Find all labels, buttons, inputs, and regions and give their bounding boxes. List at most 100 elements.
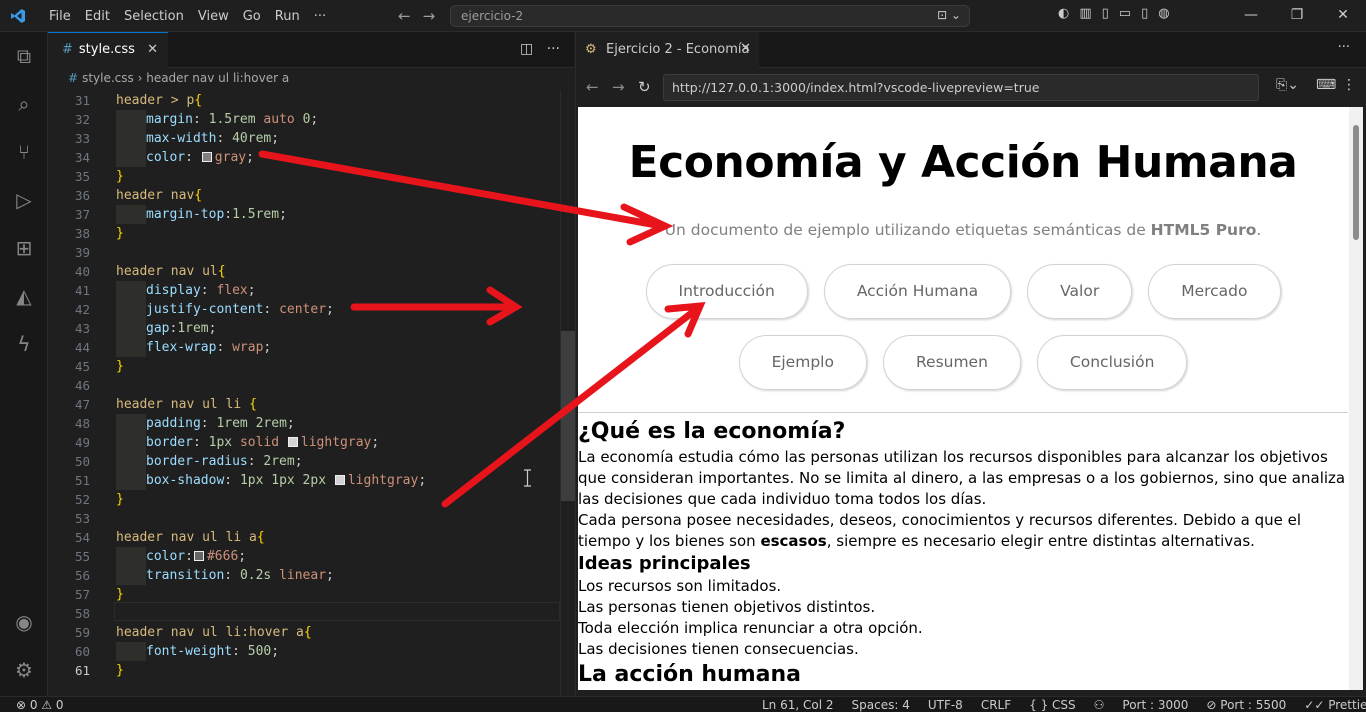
code-token: 1rem [177,321,209,336]
run-debug-icon[interactable]: ▷ [10,186,38,214]
code-token: max-width [146,131,217,146]
code-line: margin: 1.5rem auto 0; [116,110,318,129]
nav-link-resumen[interactable]: Resumen [882,335,1021,390]
devtools-icon[interactable]: ⌨ [1316,77,1336,93]
nav-link-ejemplo[interactable]: Ejemplo [738,335,867,390]
forward-arrow-icon[interactable]: → [423,7,436,25]
menu-selection[interactable]: Selection [117,9,191,24]
toggle-secondary-sidebar-icon[interactable]: ▯ [1141,6,1148,21]
toggle-panel-icon[interactable]: ▭ [1119,6,1131,21]
line-number: 45 [74,359,90,374]
close-icon[interactable]: ✕ [147,42,158,57]
minimize-button[interactable]: — [1228,0,1274,32]
code-line: } [116,167,124,186]
search-icon[interactable]: ⌕ [10,90,38,118]
copilot-icon[interactable]: ⚇ [1094,697,1105,712]
restore-button[interactable]: ❐ [1274,0,1320,32]
nav-link-accion-humana[interactable]: Acción Humana [823,264,1012,319]
code-token: gray [214,150,247,165]
url-bar[interactable]: http://127.0.0.1:3000/index.html?vscode-… [663,74,1259,101]
source-control-icon[interactable]: ⑂ [10,138,38,166]
tab-style-css[interactable]: # style.css ✕ [48,32,168,68]
prettier-status[interactable]: ✓✓ Prettier [1304,697,1366,712]
command-center-search[interactable]: ejercicio-2 ⊡ ⌄ [450,5,970,27]
back-icon[interactable]: ← [586,78,599,96]
remote-icon[interactable]: ◭ [10,282,38,310]
nav-link-conclusion[interactable]: Conclusión [1036,335,1188,390]
color-swatch[interactable] [334,475,345,485]
layout-customize-icon[interactable]: ▥ [1079,6,1091,21]
title-bar: File Edit Selection View Go Run ··· ← → e… [0,0,1366,32]
editor-scrollbar[interactable] [560,91,575,696]
close-icon[interactable]: ✕ [740,41,751,56]
code-token: margin-top [146,207,225,222]
subsection-heading: Ideas principales [578,553,751,574]
indentation[interactable]: Spaces: 4 [852,697,910,712]
code-token: ; [418,473,427,488]
color-swatch[interactable] [287,437,298,447]
lightning-icon[interactable]: ϟ [10,330,38,358]
code-token: { [217,264,226,279]
code-line: box-shadow: 1px 1px 2px lightgray; [116,471,426,490]
page-subtitle: Un documento de ejemplo utilizando etiqu… [578,221,1348,239]
menu-run[interactable]: Run [268,9,307,24]
menu-go[interactable]: Go [236,9,268,24]
encoding[interactable]: UTF-8 [928,697,963,712]
section-heading: La acción humana [578,662,802,687]
explorer-icon[interactable]: ⧉ [10,42,38,70]
back-arrow-icon[interactable]: ← [398,7,411,25]
color-swatch[interactable] [193,551,204,561]
extensions-icon[interactable]: ⊞ [10,234,38,262]
line-number: 48 [74,416,90,431]
color-swatch[interactable] [201,152,212,162]
scrollbar-thumb[interactable] [561,331,575,501]
line-number: 50 [74,454,90,469]
tab-preview[interactable]: ⚙ Ejercicio 2 - Economía ✕ [576,32,759,68]
code-token: : [185,150,201,165]
menu-more[interactable]: ··· [307,9,333,24]
indent-guide [116,319,146,338]
open-in-browser-icon[interactable]: ⎘⌄ [1276,77,1299,93]
problems-indicator[interactable]: ⊗ 0 ⚠ 0 [16,697,64,712]
forward-icon[interactable]: → [612,78,625,96]
breadcrumb-symbol[interactable]: header nav ul li:hover a [146,71,289,85]
live-server-port-3000[interactable]: Port : 3000 [1122,697,1188,712]
language-mode[interactable]: { } CSS [1029,697,1076,712]
indent-guide [116,414,146,433]
nav-link-mercado[interactable]: Mercado [1148,264,1281,319]
settings-gear-icon[interactable]: ⚙ [10,656,38,684]
account-icon[interactable]: ◉ [10,608,38,636]
menu-edit[interactable]: Edit [78,9,117,24]
line-ending[interactable]: CRLF [981,697,1011,712]
toggle-primary-sidebar-icon[interactable]: ▯ [1102,6,1109,21]
cursor-position[interactable]: Ln 61, Col 2 [762,697,834,712]
more-actions-icon[interactable]: ··· [1338,40,1350,55]
split-editor-icon[interactable]: ◫ [520,41,533,57]
page-nav: Introducción Acción Humana Valor Mercado… [638,264,1288,390]
code-token: ; [279,207,287,222]
code-token: padding [146,416,201,431]
accounts-shield-icon[interactable]: ◐ [1058,6,1069,21]
menu-view[interactable]: View [191,9,236,24]
copilot-chat-icon[interactable]: ⊡ ⌄ [937,8,961,22]
breadcrumb-file[interactable]: style.css [82,71,134,85]
nav-link-introduccion[interactable]: Introducción [645,264,808,319]
live-server-port-5500[interactable]: ⊘ Port : 5500 [1206,697,1286,712]
code-token: : [224,473,240,488]
code-token: 0.2s [239,568,272,583]
close-window-button[interactable]: ✕ [1320,0,1366,32]
page-scrollbar[interactable] [1349,107,1363,690]
more-actions-icon[interactable]: ··· [547,41,560,57]
more-icon[interactable]: ⋮ [1342,77,1356,93]
web-page: Economía y Acción Humana Un documento de… [578,107,1363,690]
reload-icon[interactable]: ↻ [638,78,651,96]
globe-icon[interactable]: ◍ [1158,6,1169,21]
indent-guide [116,281,146,300]
list-item: Las decisiones tienen consecuencias. [578,640,859,658]
code-token: } [116,663,124,678]
nav-link-valor[interactable]: Valor [1027,264,1133,319]
paragraph: La economía estudia cómo las personas ut… [578,448,1346,508]
code-line: max-width: 40rem; [116,129,279,148]
menu-file[interactable]: File [42,9,78,24]
page-scrollbar-thumb[interactable] [1353,125,1359,240]
